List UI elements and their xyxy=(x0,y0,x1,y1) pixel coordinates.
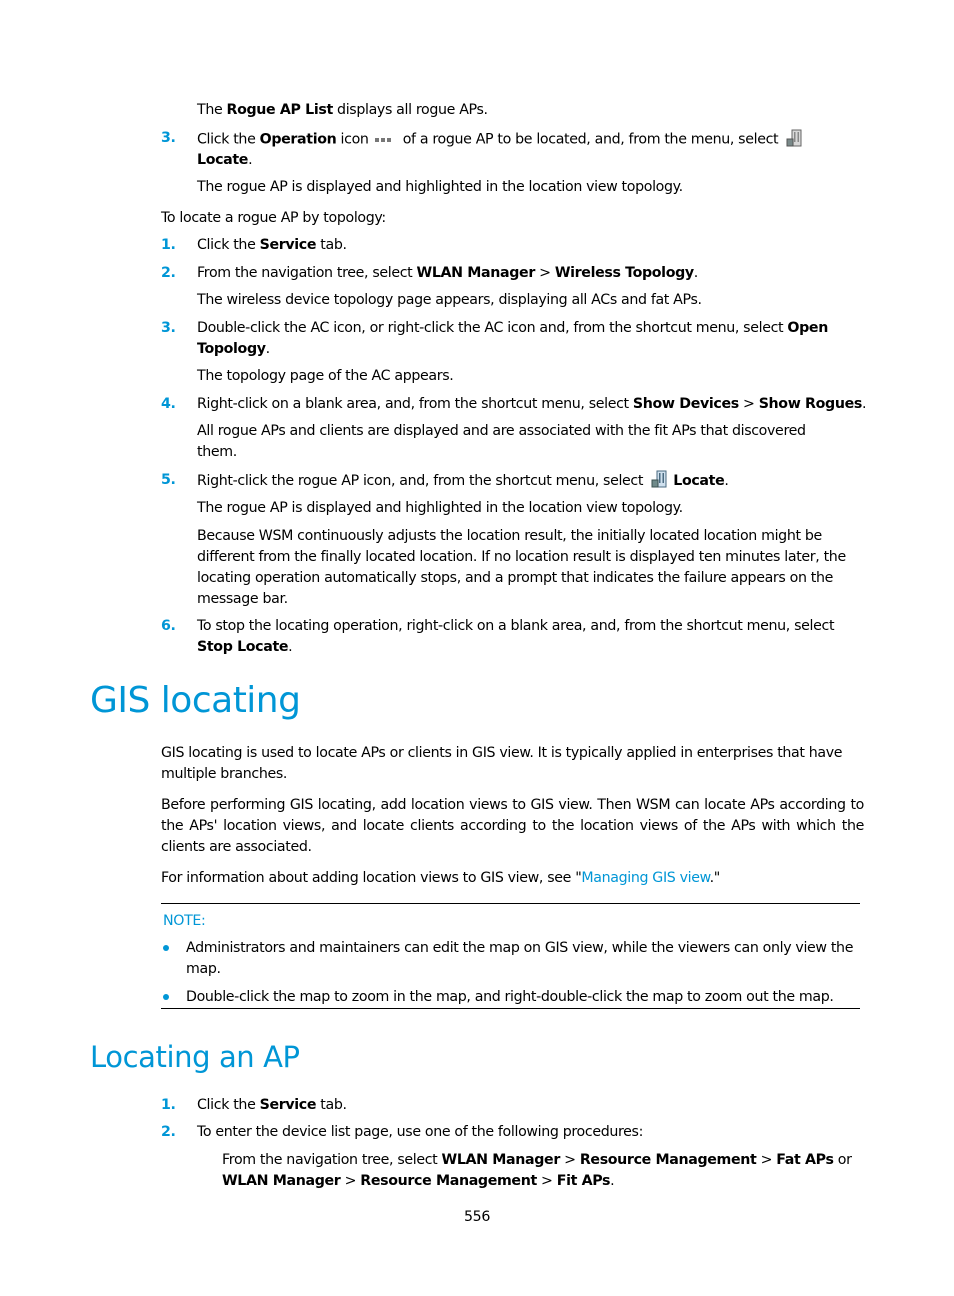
step-number: 3. xyxy=(161,130,176,146)
step-note-line: different from the finally located locat… xyxy=(197,549,846,565)
step-note-line: Because WSM continuously adjusts the loc… xyxy=(197,528,822,544)
note-bullet-item: Double-click the map to zoom in the map,… xyxy=(186,989,834,1005)
step-result: The topology page of the AC appears. xyxy=(197,368,454,384)
procedure-line: WLAN Manager > Resource Management > Fit… xyxy=(222,1173,615,1189)
step-text: Click the Operation icon of a rogue AP t… xyxy=(197,128,808,151)
step-result: The wireless device topology page appear… xyxy=(197,292,702,308)
step-number: 3. xyxy=(161,320,176,336)
operation-dots-icon xyxy=(374,128,393,149)
step-number: 1. xyxy=(161,237,176,253)
gis-paragraph-1: GIS locating is used to locate APs or cl… xyxy=(161,745,843,782)
note-label: NOTE: xyxy=(163,913,206,929)
step-number: 6. xyxy=(161,618,176,634)
step-note-line: message bar. xyxy=(197,591,288,607)
step-result: All rogue APs and clients are displayed … xyxy=(197,423,806,439)
topology-intro: To locate a rogue AP by topology: xyxy=(161,210,386,226)
section-heading-locating-an-ap: Locating an AP xyxy=(90,1040,300,1074)
note-bottom-rule xyxy=(161,1008,860,1009)
step-text-cont: Locate. xyxy=(197,152,253,168)
step-number: 5. xyxy=(161,472,176,488)
section-heading-gis-locating: GIS locating xyxy=(90,680,301,721)
page-number: 556 xyxy=(463,1209,491,1225)
step-text: Click the Service tab. xyxy=(197,237,347,253)
procedure-line: From the navigation tree, select WLAN Ma… xyxy=(222,1152,852,1168)
step-number: 2. xyxy=(161,265,176,281)
step-result: The rogue AP is displayed and highlighte… xyxy=(197,500,683,516)
step-note-line: locating operation automatically stops, … xyxy=(197,570,833,586)
gis-paragraph-2: Before performing GIS locating, add loca… xyxy=(161,797,864,855)
rogue-ap-list-term: Rogue AP List xyxy=(226,102,334,118)
note-top-rule xyxy=(161,903,860,904)
gis-paragraph-3: For information about adding location vi… xyxy=(161,870,720,886)
locate-building-icon xyxy=(651,470,667,488)
step-text: Click the Service tab. xyxy=(197,1097,347,1113)
rogue-ap-list-line: The Rogue AP List displays all rogue APs… xyxy=(197,102,488,118)
bullet-icon xyxy=(163,994,169,1000)
bullet-icon xyxy=(163,945,169,951)
step-text: Right-click on a blank area, and, from t… xyxy=(197,396,867,412)
locate-building-icon xyxy=(786,129,802,146)
step-number: 4. xyxy=(161,396,176,412)
step-text: To enter the device list page, use one o… xyxy=(197,1124,644,1140)
step-number: 2. xyxy=(161,1124,176,1140)
managing-gis-view-link[interactable]: Managing GIS view xyxy=(581,870,710,886)
step-text-cont: Stop Locate. xyxy=(197,639,293,655)
step-text: To stop the locating operation, right-cl… xyxy=(197,618,835,634)
step-number: 1. xyxy=(161,1097,176,1113)
step-text: Right-click the rogue AP icon, and, from… xyxy=(197,470,729,492)
step-text: Double-click the AC icon, or right-click… xyxy=(197,320,828,336)
note-bullet-item: Administrators and maintainers can edit … xyxy=(186,940,854,977)
step-result-cont: them. xyxy=(197,444,237,460)
step-text: From the navigation tree, select WLAN Ma… xyxy=(197,265,698,281)
step-text-cont: Topology. xyxy=(197,341,270,357)
step-result: The rogue AP is displayed and highlighte… xyxy=(197,179,683,195)
